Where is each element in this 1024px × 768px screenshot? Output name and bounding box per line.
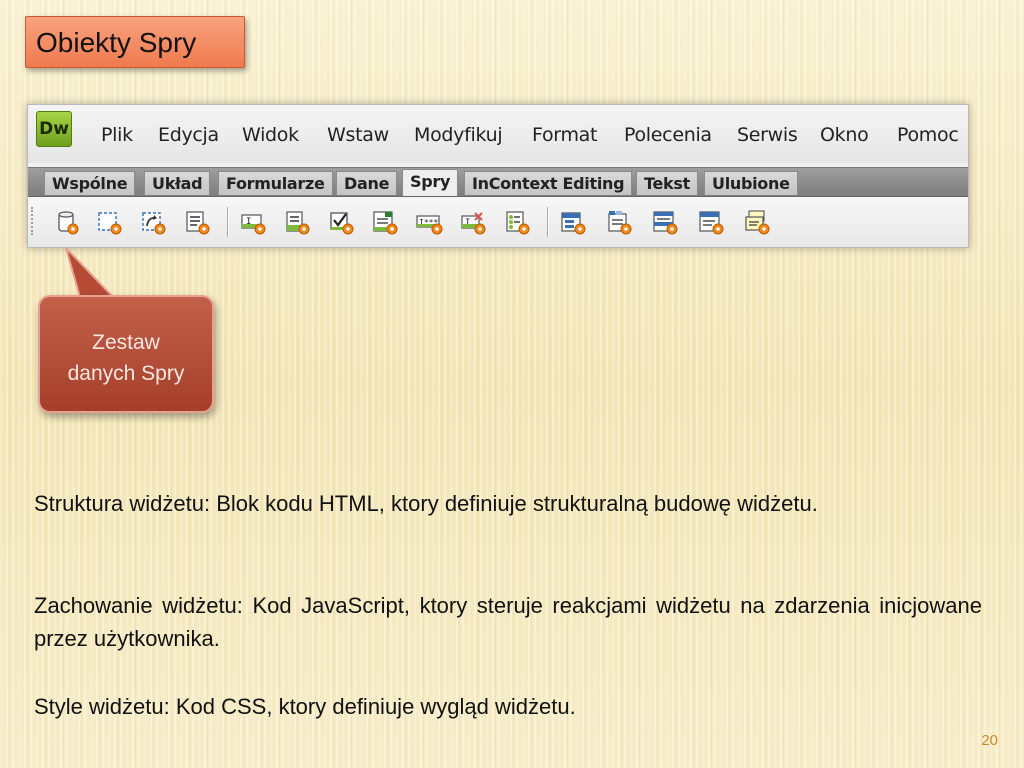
menu-wstaw[interactable]: Wstaw	[327, 124, 389, 146]
dreamweaver-logo: Dw	[36, 111, 72, 147]
menu-bar: Dw Plik Edycja Widok Wstaw Modyfikuj For…	[28, 105, 968, 163]
spry-validation-confirm-icon[interactable]: I	[460, 210, 488, 236]
toolbar-separator	[547, 207, 549, 237]
toolbar-separator	[227, 207, 229, 237]
page-number: 20	[981, 732, 998, 749]
spry-data-set-icon[interactable]	[54, 210, 82, 236]
toolbar-grip[interactable]	[31, 207, 37, 235]
spry-validation-text-field-icon[interactable]: I	[240, 210, 268, 236]
spry-menu-bar-icon[interactable]	[560, 210, 588, 236]
insert-panel-tabs: Wspólne Układ Formularze Dane Spry InCon…	[28, 167, 968, 197]
tab-wspolne[interactable]: Wspólne	[44, 171, 136, 195]
paragraph-text: Blok kodu HTML, ktory definiuje struktur…	[210, 491, 818, 516]
spry-tooltip-icon[interactable]	[744, 210, 772, 236]
svg-text:I: I	[246, 217, 251, 227]
menu-okno[interactable]: Okno	[820, 124, 869, 146]
spry-region-icon[interactable]	[96, 210, 124, 236]
paragraph-lead: Style widżetu:	[34, 694, 170, 719]
callout-spry-data-set: Zestaw danych Spry	[38, 295, 214, 413]
menu-pomoc[interactable]: Pomoc	[897, 124, 959, 146]
dreamweaver-screenshot: Dw Plik Edycja Widok Wstaw Modyfikuj For…	[27, 104, 969, 248]
spry-validation-radio-group-icon[interactable]	[504, 210, 532, 236]
menu-modyfikuj[interactable]: Modyfikuj	[414, 124, 503, 146]
menu-widok[interactable]: Widok	[242, 124, 299, 146]
menu-edycja[interactable]: Edycja	[158, 124, 219, 146]
paragraph-behavior: Zachowanie widżetu: Kod JavaScript, ktor…	[34, 589, 982, 655]
tab-incontext-editing[interactable]: InContext Editing	[464, 171, 633, 195]
spry-validation-textarea-icon[interactable]	[372, 210, 400, 236]
paragraph-structure: Struktura widżetu: Blok kodu HTML, ktory…	[34, 487, 982, 520]
tab-tekst[interactable]: Tekst	[636, 171, 698, 195]
callout-line-2: danych Spry	[67, 362, 185, 385]
tab-formularze[interactable]: Formularze	[218, 171, 333, 195]
tab-ulubione[interactable]: Ulubione	[704, 171, 798, 195]
spry-validation-select-icon[interactable]	[284, 210, 312, 236]
paragraph-lead: Struktura widżetu:	[34, 491, 211, 516]
callout-text: Zestaw danych Spry	[40, 327, 212, 389]
tab-dane[interactable]: Dane	[336, 171, 398, 195]
spry-collapsible-panel-icon[interactable]	[698, 210, 726, 236]
slide-title: Obiekty Spry	[25, 16, 245, 68]
menu-serwis[interactable]: Serwis	[737, 124, 798, 146]
spry-repeat-icon[interactable]	[140, 210, 168, 236]
spry-repeat-list-icon[interactable]	[184, 210, 212, 236]
spry-validation-password-icon[interactable]: I***	[416, 210, 444, 236]
menu-polecenia[interactable]: Polecenia	[624, 124, 712, 146]
paragraph-lead: Zachowanie widżetu:	[34, 593, 243, 618]
tab-spry[interactable]: Spry	[402, 169, 459, 196]
spry-accordion-icon[interactable]	[652, 210, 680, 236]
spry-validation-checkbox-icon[interactable]	[328, 210, 356, 236]
spry-toolbar: I I*** I	[28, 197, 968, 247]
paragraph-styles: Style widżetu: Kod CSS, ktory definiuje …	[34, 690, 982, 723]
menu-plik[interactable]: Plik	[101, 124, 133, 146]
spry-tabbed-panels-icon[interactable]	[606, 210, 634, 236]
paragraph-text: Kod CSS, ktory definiuje wygląd widżetu.	[169, 694, 576, 719]
tab-uklad[interactable]: Układ	[144, 171, 211, 195]
callout-line-1: Zestaw	[92, 331, 160, 354]
menu-format[interactable]: Format	[532, 124, 597, 146]
